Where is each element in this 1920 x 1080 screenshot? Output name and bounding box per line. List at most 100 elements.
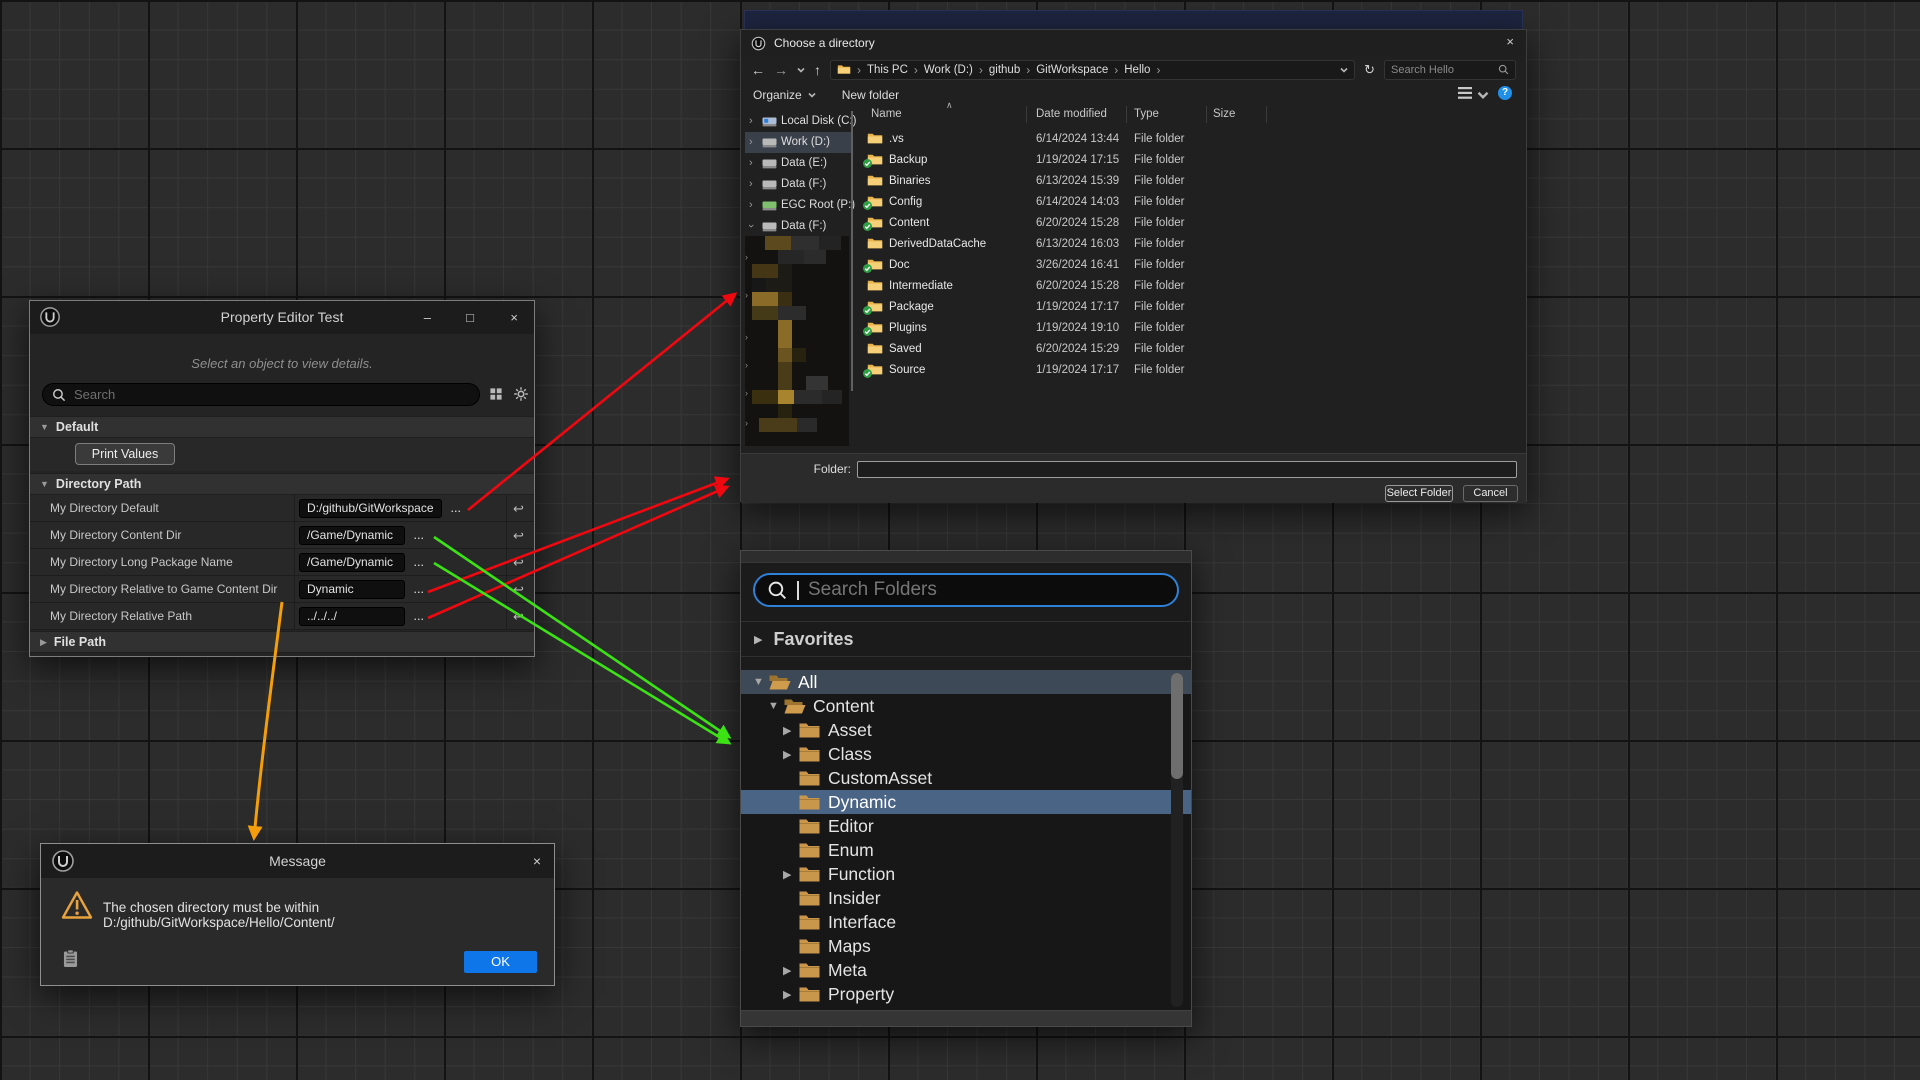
- drive-tree-item[interactable]: › EGC Root (P:): [745, 195, 853, 216]
- close-icon[interactable]: ×: [533, 844, 541, 878]
- file-row[interactable]: Package 1/19/2024 17:17 File folder: [861, 297, 1406, 318]
- dialog-titlebar[interactable]: Message ×: [41, 844, 554, 878]
- expand-chevron-icon[interactable]: ›: [749, 198, 753, 212]
- file-row[interactable]: Config 6/14/2024 14:03 File folder: [861, 192, 1406, 213]
- folder-tree-item[interactable]: Meta: [741, 958, 1191, 982]
- dialog-titlebar[interactable]: Choose a directory ×: [741, 30, 1526, 56]
- file-row[interactable]: Doc 3/26/2024 16:41 File folder: [861, 255, 1406, 276]
- breadcrumb-segment[interactable]: github: [989, 64, 1020, 76]
- file-row[interactable]: Content 6/20/2024 15:28 File folder: [861, 213, 1406, 234]
- folder-tree-item[interactable]: Enum: [741, 838, 1191, 862]
- folder-tree-item[interactable]: Asset: [741, 718, 1191, 742]
- property-value-input[interactable]: Dynamic: [299, 580, 405, 599]
- file-row[interactable]: .vs 6/14/2024 13:44 File folder: [861, 129, 1406, 150]
- section-default[interactable]: ▼ Default: [30, 416, 534, 438]
- tree-expand-icon[interactable]: [783, 748, 799, 761]
- close-icon[interactable]: ×: [1506, 34, 1514, 49]
- select-folder-button[interactable]: Select Folder: [1385, 485, 1453, 502]
- folder-search-input[interactable]: Search Folders: [753, 573, 1179, 607]
- expand-chevron-icon[interactable]: ›: [749, 114, 753, 128]
- breadcrumb-segment[interactable]: Hello: [1124, 64, 1150, 76]
- file-row[interactable]: DerivedDataCache 6/13/2024 16:03 File fo…: [861, 234, 1406, 255]
- column-name[interactable]: Name: [871, 106, 902, 123]
- scrollbar-thumb[interactable]: [1171, 673, 1183, 779]
- browse-dots-button[interactable]: ...: [414, 531, 425, 541]
- folder-tree-item[interactable]: CustomAsset: [741, 766, 1191, 790]
- property-value-input[interactable]: ../../../: [299, 607, 405, 626]
- browse-dots-button[interactable]: ...: [414, 612, 425, 622]
- up-icon[interactable]: ↑: [814, 63, 821, 77]
- favorites-section[interactable]: ▶ Favorites: [741, 621, 1191, 657]
- reset-to-default-icon[interactable]: ↩: [513, 522, 524, 549]
- view-mode-button[interactable]: [1458, 87, 1484, 99]
- expand-chevron-icon[interactable]: ›: [749, 135, 753, 149]
- gear-icon[interactable]: [513, 386, 529, 402]
- breadcrumb-segment[interactable]: This PC: [867, 64, 908, 76]
- breadcrumb-segment[interactable]: Work (D:): [924, 64, 973, 76]
- section-file-path[interactable]: ▶ File Path: [30, 631, 534, 653]
- history-chevron-icon[interactable]: [797, 66, 805, 74]
- drive-tree-item[interactable]: › Work (D:): [745, 132, 853, 153]
- drive-tree-item[interactable]: › Data (F:): [745, 216, 853, 237]
- folder-tree-item[interactable]: Dynamic: [741, 790, 1191, 814]
- drive-tree-item[interactable]: › Data (F:): [745, 174, 853, 195]
- window-titlebar[interactable]: Property Editor Test – □ ×: [30, 301, 534, 334]
- minimize-icon[interactable]: –: [424, 301, 431, 334]
- browse-dots-button[interactable]: ...: [414, 585, 425, 595]
- expand-chevron-icon[interactable]: ›: [749, 177, 753, 191]
- refresh-icon[interactable]: ↻: [1364, 62, 1375, 78]
- tree-expand-icon[interactable]: [753, 676, 769, 688]
- folder-tree-item[interactable]: All: [741, 670, 1191, 694]
- tree-expand-icon[interactable]: [768, 700, 784, 712]
- column-date[interactable]: Date modified: [1036, 106, 1107, 123]
- tree-expand-icon[interactable]: [783, 724, 799, 737]
- breadcrumb-segment[interactable]: GitWorkspace: [1036, 64, 1108, 76]
- tree-expand-icon[interactable]: [783, 964, 799, 977]
- sidebar-scrollbar[interactable]: [851, 111, 853, 391]
- folder-tree-item[interactable]: Maps: [741, 934, 1191, 958]
- folder-name-input[interactable]: [857, 461, 1517, 478]
- property-value-input[interactable]: /Game/Dynamic: [299, 526, 405, 545]
- file-row[interactable]: Intermediate 6/20/2024 15:28 File folder: [861, 276, 1406, 297]
- folder-tree-item[interactable]: Interface: [741, 910, 1191, 934]
- tree-expand-icon[interactable]: [783, 988, 799, 1001]
- tree-expand-icon[interactable]: [783, 868, 799, 881]
- file-row[interactable]: Backup 1/19/2024 17:15 File folder: [861, 150, 1406, 171]
- cancel-button[interactable]: Cancel: [1463, 485, 1518, 502]
- back-icon[interactable]: ←: [751, 63, 765, 77]
- expand-chevron-icon[interactable]: ›: [749, 156, 753, 170]
- section-directory-path[interactable]: ▼ Directory Path: [30, 473, 534, 495]
- browse-dots-button[interactable]: ...: [451, 504, 462, 514]
- display-settings-icon[interactable]: [488, 386, 504, 402]
- reset-to-default-icon[interactable]: ↩: [513, 603, 524, 630]
- file-row[interactable]: Plugins 1/19/2024 19:10 File folder: [861, 318, 1406, 339]
- address-dropdown-icon[interactable]: [1340, 66, 1348, 74]
- favorites-expand-icon[interactable]: ▶: [754, 633, 762, 646]
- folder-tree-item[interactable]: Insider: [741, 886, 1191, 910]
- column-type[interactable]: Type: [1134, 106, 1159, 123]
- drive-tree-item[interactable]: › Data (E:): [745, 153, 853, 174]
- print-values-button[interactable]: Print Values: [75, 443, 175, 465]
- details-search-input[interactable]: Search: [42, 383, 480, 406]
- folder-tree-item[interactable]: Content: [741, 694, 1191, 718]
- file-row[interactable]: Binaries 6/13/2024 15:39 File folder: [861, 171, 1406, 192]
- address-bar[interactable]: › This PC › Work (D:) ›: [830, 60, 1355, 80]
- copy-to-clipboard-icon[interactable]: [63, 949, 78, 968]
- column-size[interactable]: Size: [1213, 106, 1235, 123]
- ok-button[interactable]: OK: [464, 951, 537, 973]
- close-icon[interactable]: ×: [510, 301, 518, 334]
- reset-to-default-icon[interactable]: ↩: [513, 549, 524, 576]
- new-folder-button[interactable]: New folder: [842, 88, 899, 102]
- folder-tree-item[interactable]: Function: [741, 862, 1191, 886]
- reset-to-default-icon[interactable]: ↩: [513, 495, 524, 522]
- property-value-input[interactable]: D:/github/GitWorkspace: [299, 499, 442, 518]
- file-row[interactable]: Source 1/19/2024 17:17 File folder: [861, 360, 1406, 381]
- folder-tree-item[interactable]: Editor: [741, 814, 1191, 838]
- organize-button[interactable]: Organize: [753, 88, 816, 102]
- browse-dots-button[interactable]: ...: [414, 558, 425, 568]
- help-icon[interactable]: ?: [1498, 86, 1512, 100]
- dialog-search-input[interactable]: Search Hello: [1384, 60, 1516, 80]
- tree-scrollbar[interactable]: [1171, 673, 1183, 1007]
- forward-icon[interactable]: →: [774, 63, 788, 77]
- property-value-input[interactable]: /Game/Dynamic: [299, 553, 405, 572]
